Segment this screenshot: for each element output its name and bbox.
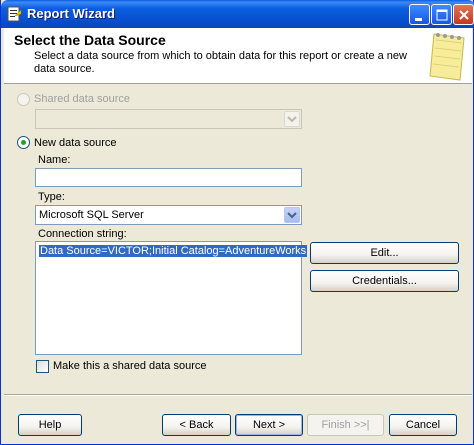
close-button[interactable] bbox=[453, 4, 474, 25]
chevron-down-icon[interactable] bbox=[284, 111, 300, 127]
type-combo[interactable]: Microsoft SQL Server bbox=[35, 205, 302, 225]
notepad-icon bbox=[424, 30, 470, 82]
finish-button[interactable]: Finish >>| bbox=[307, 414, 384, 436]
window-title: Report Wizard bbox=[27, 6, 115, 21]
connection-string-textarea[interactable]: Data Source=VICTOR;Initial Catalog=Adven… bbox=[35, 241, 308, 355]
edit-button[interactable]: Edit... bbox=[310, 242, 459, 264]
page-subtitle: Select a data source from which to obtai… bbox=[34, 50, 407, 75]
next-button[interactable]: Next > bbox=[235, 414, 303, 436]
wizard-header: Select the Data Source Select a data sou… bbox=[4, 28, 472, 84]
name-label: Name: bbox=[38, 154, 71, 166]
radio-selected-dot bbox=[21, 140, 26, 145]
page-title: Select the Data Source bbox=[14, 32, 166, 48]
connection-string-value: Data Source=VICTOR;Initial Catalog=Adven… bbox=[39, 245, 308, 257]
connection-string-label: Connection string: bbox=[38, 228, 127, 240]
title-bar[interactable]: Report Wizard bbox=[1, 0, 474, 28]
make-shared-checkbox[interactable] bbox=[36, 360, 49, 373]
back-button[interactable]: < Back bbox=[162, 414, 231, 436]
shared-data-source-radio[interactable] bbox=[17, 93, 30, 106]
credentials-button[interactable]: Credentials... bbox=[310, 270, 459, 292]
maximize-icon bbox=[436, 9, 448, 21]
chevron-down-icon[interactable] bbox=[284, 207, 300, 223]
name-input[interactable] bbox=[35, 168, 302, 187]
new-data-source-label: New data source bbox=[34, 137, 117, 149]
new-data-source-radio[interactable] bbox=[17, 136, 30, 149]
help-button[interactable]: Help bbox=[18, 414, 82, 436]
close-icon bbox=[459, 10, 469, 20]
make-shared-label: Make this a shared data source bbox=[53, 360, 207, 372]
minimize-button[interactable] bbox=[409, 4, 430, 25]
report-wizard-window: Report Wizard Select the Data Source Sel… bbox=[0, 0, 474, 445]
minimize-icon bbox=[415, 18, 422, 21]
type-label: Type: bbox=[38, 191, 65, 203]
shared-data-source-combo[interactable] bbox=[35, 109, 302, 129]
footer-divider bbox=[4, 394, 472, 396]
type-combo-value: Microsoft SQL Server bbox=[39, 209, 144, 221]
maximize-button[interactable] bbox=[431, 4, 452, 25]
report-wizard-icon bbox=[6, 6, 22, 22]
cancel-button[interactable]: Cancel bbox=[389, 414, 457, 436]
shared-data-source-label: Shared data source bbox=[34, 93, 131, 105]
